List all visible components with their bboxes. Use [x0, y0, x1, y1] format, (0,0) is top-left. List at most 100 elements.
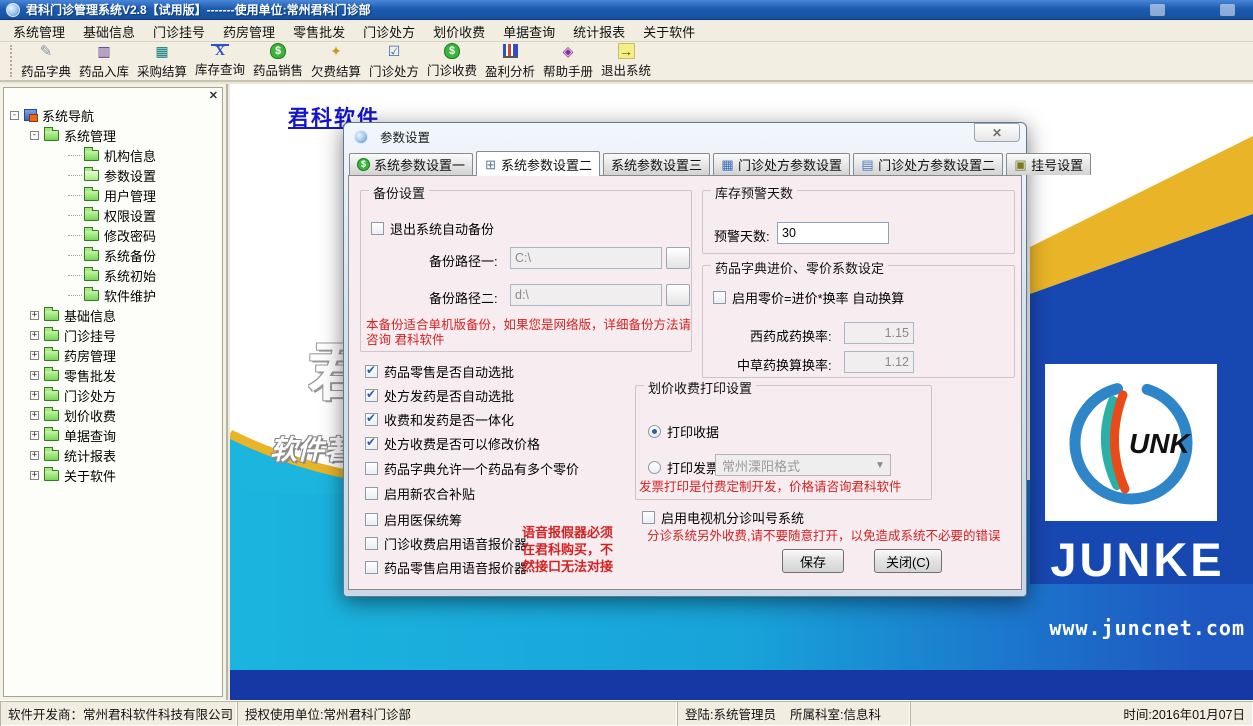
checkbox[interactable]	[365, 487, 378, 500]
expand-icon[interactable]: +	[30, 431, 39, 440]
tree-item-statistics-report[interactable]: + 统计报表	[10, 445, 222, 465]
toolbar-arrears-settlement[interactable]: ✦ 欠费结算	[307, 42, 365, 80]
toolbar-stock-query[interactable]: X 库存查询	[191, 42, 249, 80]
tree-item-permission-settings[interactable]: 权限设置	[10, 205, 222, 225]
backup-path2-input[interactable]: d:\	[510, 284, 662, 306]
toolbar-exit-system[interactable]: → 退出系统	[597, 42, 655, 80]
tree-item-software-maintenance[interactable]: 软件维护	[10, 285, 222, 305]
menu-about-software[interactable]: 关于软件	[634, 20, 704, 43]
tree-item-basic-info[interactable]: + 基础信息	[10, 305, 222, 325]
toolbar-purchase-settlement[interactable]: ▦ 采购结算	[133, 42, 191, 80]
option-multiple-retail-prices[interactable]: 药品字典允许一个药品有多个零价	[365, 459, 579, 478]
option-voice-quote-retail[interactable]: 药品零售启用语音报价器	[365, 558, 527, 577]
tree-item-system-init[interactable]: 系统初始	[10, 265, 222, 285]
toolbar-drug-sales[interactable]: $ 药品销售	[249, 42, 307, 80]
print-invoice-radio-row[interactable]: 打印发票	[648, 458, 719, 477]
expand-icon[interactable]: +	[30, 311, 39, 320]
expand-icon[interactable]: +	[30, 451, 39, 460]
dialog-titlebar[interactable]: 参数设置 ✕	[348, 123, 1022, 150]
checkbox[interactable]	[365, 389, 378, 402]
menu-outpatient-registration[interactable]: 门诊挂号	[144, 20, 214, 43]
option-tv-queue-system[interactable]: 启用电视机分诊叫号系统	[642, 508, 804, 527]
tree-item-user-management[interactable]: 用户管理	[10, 185, 222, 205]
expand-icon[interactable]: +	[30, 331, 39, 340]
tab-prescription-params-2[interactable]: ▤ 门诊处方参数设置二	[853, 153, 1003, 175]
option-prescription-auto-batch[interactable]: 处方发药是否自动选批	[365, 386, 514, 405]
western-factor-input[interactable]: 1.15	[844, 322, 914, 344]
menu-basic-info[interactable]: 基础信息	[74, 20, 144, 43]
tree-item-receipt-query[interactable]: + 单据查询	[10, 425, 222, 445]
expand-icon[interactable]: +	[30, 411, 39, 420]
print-receipt-radio-row[interactable]: 打印收据	[648, 422, 719, 441]
toolbar-drug-dictionary[interactable]: ✎ 药品字典	[17, 42, 75, 80]
menu-receipt-query[interactable]: 单据查询	[494, 20, 564, 43]
dialog-close-button[interactable]: ✕	[974, 123, 1020, 142]
tree-item-outpatient-registration[interactable]: + 门诊挂号	[10, 325, 222, 345]
backup-path1-input[interactable]: C:\	[510, 247, 662, 269]
menu-statistics-report[interactable]: 统计报表	[564, 20, 634, 43]
tab-registration-settings[interactable]: ▣ 挂号设置	[1006, 153, 1091, 175]
auto-backup-checkbox[interactable]	[371, 222, 384, 235]
tree-item-system-backup[interactable]: 系统备份	[10, 245, 222, 265]
toolbar-profit-analysis[interactable]: 盈利分析	[481, 42, 539, 80]
option-medical-insurance[interactable]: 启用医保统筹	[365, 510, 462, 529]
tree-item-about-software[interactable]: + 关于软件	[10, 465, 222, 485]
toolbar-drug-inbound[interactable]: ▥ 药品入库	[75, 42, 133, 80]
auto-backup-checkbox-row[interactable]: 退出系统自动备份	[371, 219, 494, 238]
browse-path1-button[interactable]	[666, 247, 690, 269]
expand-icon[interactable]: +	[30, 471, 39, 480]
auto-convert-checkbox-row[interactable]: 启用零价=进价*换率 自动换算	[713, 288, 904, 307]
option-charge-dispense-integrated[interactable]: 收费和发药是否一体化	[365, 410, 514, 429]
tv-queue-checkbox[interactable]	[642, 511, 655, 524]
minimize-button[interactable]	[1150, 4, 1165, 16]
tree-item-parameter-settings[interactable]: 参数设置	[10, 165, 222, 185]
herb-factor-input[interactable]: 1.12	[844, 351, 914, 373]
tree-item-retail-wholesale[interactable]: + 零售批发	[10, 365, 222, 385]
invoice-format-dropdown[interactable]: 常州溧阳格式 ▼	[715, 454, 891, 476]
tab-system-params-2[interactable]: ⊞ 系统参数设置二	[476, 151, 600, 176]
menu-retail-wholesale[interactable]: 零售批发	[284, 20, 354, 43]
browse-path2-button[interactable]	[666, 284, 690, 306]
save-button[interactable]: 保存	[782, 549, 844, 573]
print-receipt-radio[interactable]	[648, 425, 661, 438]
collapse-icon[interactable]: -	[30, 131, 39, 140]
tree-item-outpatient-prescription[interactable]: + 门诊处方	[10, 385, 222, 405]
collapse-icon[interactable]: -	[10, 111, 19, 120]
toolbar-outpatient-prescription[interactable]: ☑ 门诊处方	[365, 42, 423, 80]
expand-icon[interactable]: +	[30, 391, 39, 400]
checkbox[interactable]	[365, 513, 378, 526]
warning-days-input[interactable]: 30	[777, 222, 889, 244]
sidebar-close-icon[interactable]: ✕	[209, 91, 218, 101]
checkbox[interactable]	[365, 437, 378, 450]
print-invoice-radio[interactable]	[648, 461, 661, 474]
tree-item-change-password[interactable]: 修改密码	[10, 225, 222, 245]
checkbox[interactable]	[365, 413, 378, 426]
expand-icon[interactable]: +	[30, 371, 39, 380]
toolbar-outpatient-charge[interactable]: $ 门诊收费	[423, 42, 481, 80]
option-retail-auto-batch[interactable]: 药品零售是否自动选批	[365, 362, 514, 381]
expand-icon[interactable]: +	[30, 351, 39, 360]
checkbox[interactable]	[365, 365, 378, 378]
checkbox[interactable]	[365, 561, 378, 574]
checkbox[interactable]	[365, 537, 378, 550]
menu-pricing-charge[interactable]: 划价收费	[424, 20, 494, 43]
option-voice-quote-charge[interactable]: 门诊收费启用语音报价器	[365, 534, 527, 553]
close-window-button[interactable]	[1220, 4, 1235, 16]
checkbox[interactable]	[365, 462, 378, 475]
option-charge-price-editable[interactable]: 处方收费是否可以修改价格	[365, 434, 540, 453]
tree-root-system-navigation[interactable]: - 系统导航	[10, 105, 222, 125]
tab-prescription-params[interactable]: ▦ 门诊处方参数设置	[713, 153, 850, 175]
tree-item-pharmacy-management[interactable]: + 药房管理	[10, 345, 222, 365]
tree-item-org-info[interactable]: 机构信息	[10, 145, 222, 165]
tree-item-pricing-charge[interactable]: + 划价收费	[10, 405, 222, 425]
auto-convert-checkbox[interactable]	[713, 291, 726, 304]
tab-system-params-1[interactable]: $ 系统参数设置一	[349, 153, 473, 175]
menu-pharmacy-management[interactable]: 药房管理	[214, 20, 284, 43]
option-rural-coop-subsidy[interactable]: 启用新农合补贴	[365, 484, 475, 503]
menu-outpatient-prescription[interactable]: 门诊处方	[354, 20, 424, 43]
close-button[interactable]: 关闭(C)	[874, 549, 942, 573]
tree-item-system-management[interactable]: - 系统管理	[10, 125, 222, 145]
tab-system-params-3[interactable]: 系统参数设置三	[603, 153, 710, 175]
menu-system-management[interactable]: 系统管理	[4, 20, 74, 43]
toolbar-help-manual[interactable]: ◈ 帮助手册	[539, 42, 597, 80]
